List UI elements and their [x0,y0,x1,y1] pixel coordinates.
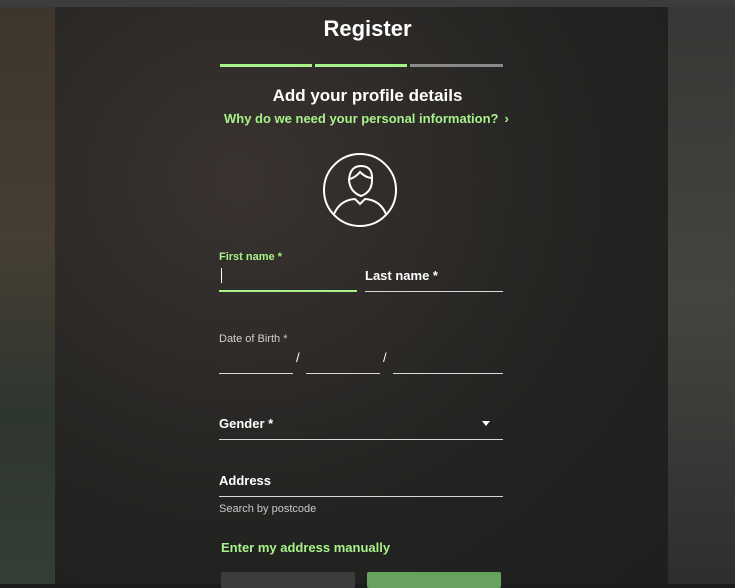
dob-day-underline [219,373,293,374]
next-button[interactable] [367,572,501,588]
why-link-label: Why do we need your personal information… [224,111,499,126]
last-name-underline [365,291,503,292]
dob-year-input[interactable] [393,352,503,372]
dob-month-underline [306,373,380,374]
dob-separator: / [296,350,300,365]
address-hint: Search by postcode [219,503,317,515]
dob-separator: / [383,350,387,365]
gender-select[interactable]: Gender * [219,410,503,438]
dob-label: Date of Birth * [219,333,288,345]
dob-month-input[interactable] [306,352,380,372]
chevron-right-icon: › [504,111,509,126]
why-personal-info-link[interactable]: Why do we need your personal information… [224,111,509,126]
first-name-underline [219,290,357,292]
progress-step-3 [410,64,503,67]
progress-step-2 [315,64,407,67]
caret-down-icon [482,421,490,426]
back-button[interactable] [221,572,355,588]
first-name-input[interactable] [220,266,356,286]
address-search-input[interactable] [219,472,503,494]
dob-year-underline [393,373,503,374]
page-title: Register [323,16,412,41]
first-name-label: First name * [219,251,282,263]
gender-label: Gender * [219,416,274,431]
user-avatar-icon [323,153,397,227]
gender-underline [219,439,503,440]
section-subtitle: Add your profile details [272,86,463,105]
dob-day-input[interactable] [219,352,293,372]
text-cursor [221,268,222,283]
address-underline [219,496,503,497]
browser-top-bar [0,0,735,7]
progress-step-1 [220,64,312,67]
last-name-input[interactable] [365,266,502,286]
enter-address-manually-link[interactable]: Enter my address manually [221,540,390,555]
